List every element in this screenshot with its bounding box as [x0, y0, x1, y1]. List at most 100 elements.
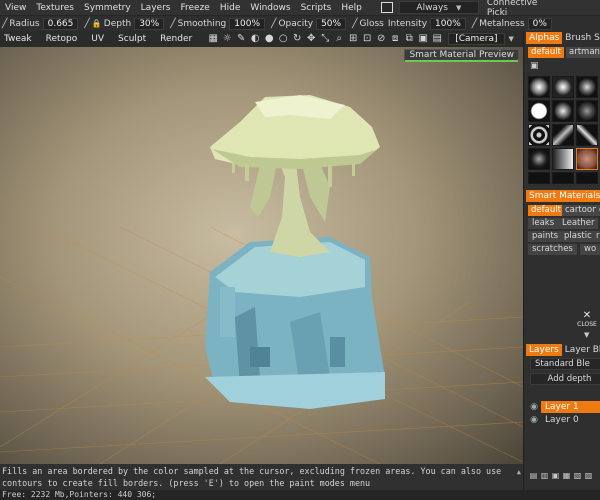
alpha-thumb[interactable] — [552, 76, 574, 98]
layer-row[interactable]: ◉ Layer 0 — [527, 414, 600, 426]
scale-icon[interactable]: ⤡ — [318, 32, 332, 46]
room-retopo[interactable]: Retopo — [42, 34, 88, 44]
camera-dropdown[interactable]: [Camera] — [448, 33, 505, 45]
drop-outline-icon[interactable]: ○ — [276, 32, 290, 46]
material-chip[interactable]: paints — [528, 231, 563, 242]
radius-param[interactable]: ╱ Radius 0.665 — [2, 17, 79, 30]
drop-icon[interactable]: ● — [262, 32, 276, 46]
blend-mode-dropdown[interactable]: Standard Ble — [530, 358, 600, 370]
trash-icon[interactable]: ▧ — [572, 471, 583, 480]
eyedropper-icon[interactable]: ✎ — [234, 32, 248, 46]
material-chip[interactable]: plastic — [560, 231, 596, 242]
chevron-down-icon[interactable]: ▼ — [584, 331, 589, 339]
smoothing-param[interactable]: ╱ Smoothing 100% — [170, 17, 266, 30]
smoothing-field[interactable]: 100% — [229, 17, 266, 30]
eye-icon[interactable]: ◉ — [527, 402, 541, 412]
alpha-thumb[interactable] — [528, 124, 550, 146]
smart-material-preview-button[interactable]: Smart Material Preview — [404, 49, 519, 62]
alpha-thumb[interactable] — [576, 172, 598, 184]
folder-icon[interactable]: ▣ — [530, 61, 539, 71]
select-icon[interactable]: ⊡ — [360, 32, 374, 46]
material-chip[interactable]: wo — [580, 244, 600, 255]
alpha-thumb[interactable] — [552, 148, 574, 170]
chevron-down-icon[interactable]: ▼ — [509, 35, 514, 43]
opacity-param[interactable]: ╱ Opacity 50% — [271, 17, 347, 30]
material-chip[interactable]: leaks — [528, 218, 559, 229]
alpha-thumb[interactable] — [528, 148, 550, 170]
folder-icon[interactable]: ▥ — [539, 471, 550, 480]
move-icon[interactable]: ✥ — [304, 32, 318, 46]
menu-scripts[interactable]: Scripts — [296, 3, 337, 13]
alpha-thumb[interactable] — [528, 100, 550, 122]
menu-bar: View Textures Symmetry Layers Freeze Hid… — [0, 0, 600, 18]
sm-subtab-c[interactable]: c — [596, 205, 600, 216]
crop-icon[interactable]: ⧈ — [388, 32, 402, 46]
image-icon[interactable]: ▤ — [430, 32, 444, 46]
alpha-thumb[interactable] — [528, 76, 550, 98]
settings-icon[interactable]: ▨ — [583, 471, 594, 480]
material-chip[interactable]: scratches — [528, 244, 577, 255]
mode-dropdown[interactable]: Always ▼ — [398, 1, 479, 14]
frame-icon[interactable]: ⊞ — [346, 32, 360, 46]
pick-dropdown[interactable]: Connective Picki — [485, 0, 565, 18]
menu-windows[interactable]: Windows — [245, 3, 295, 13]
menu-help[interactable]: Help — [336, 3, 367, 13]
alpha-thumb[interactable] — [552, 172, 574, 184]
viewport[interactable]: Smart Material Preview — [0, 47, 523, 464]
mirror-icon[interactable]: ⧉ — [402, 32, 416, 46]
sm-subtab-default[interactable]: default — [528, 205, 564, 216]
material-chip[interactable]: ru — [592, 231, 600, 242]
alpha-thumb-selected[interactable] — [576, 148, 598, 170]
material-chip[interactable]: Leather — [558, 218, 599, 229]
tab-layer-blend[interactable]: Layer Ble — [562, 344, 600, 356]
alpha-thumb[interactable] — [552, 100, 574, 122]
alpha-thumb[interactable] — [576, 76, 598, 98]
alpha-thumb[interactable] — [576, 124, 598, 146]
alpha-thumb[interactable] — [528, 172, 550, 184]
new-layer-icon[interactable]: ▤ — [528, 471, 539, 480]
room-uv[interactable]: UV — [87, 34, 114, 44]
tab-brush-stu[interactable]: Brush Stu — [562, 32, 600, 44]
merge-icon[interactable]: ▦ — [561, 471, 572, 480]
alpha-thumb[interactable] — [576, 100, 598, 122]
menu-symmetry[interactable]: Symmetry — [79, 3, 136, 13]
cube-icon[interactable]: ▣ — [416, 32, 430, 46]
opacity-field[interactable]: 50% — [316, 17, 347, 30]
eye-icon[interactable]: ◉ — [527, 415, 541, 425]
search-icon[interactable]: ⌕ — [332, 32, 346, 46]
duplicate-icon[interactable]: ▣ — [550, 471, 561, 480]
metalness-param[interactable]: ╱ Metalness 0% — [472, 17, 552, 30]
mode-checkbox[interactable] — [380, 2, 393, 13]
add-depth-button[interactable]: Add depth — [530, 373, 600, 385]
no-icon[interactable]: ⊘ — [374, 32, 388, 46]
layer-row[interactable]: ◉ Layer 1 — [527, 401, 600, 413]
scroll-up-icon[interactable]: ▲ — [517, 466, 521, 478]
alphas-subtab-default[interactable]: default — [528, 47, 564, 58]
intensity-field[interactable]: 100% — [430, 17, 466, 30]
depth-field[interactable]: 30% — [134, 17, 165, 30]
close-button[interactable]: ✕ CLOSE — [576, 311, 598, 329]
menu-layers[interactable]: Layers — [136, 3, 176, 13]
room-render[interactable]: Render — [156, 34, 202, 44]
menu-view[interactable]: View — [0, 3, 31, 13]
menu-textures[interactable]: Textures — [31, 3, 79, 13]
radius-field[interactable]: 0.665 — [42, 17, 79, 30]
depth-param[interactable]: ╱ 🔒 Depth 30% — [84, 17, 165, 30]
sun-icon[interactable]: ☼ — [220, 32, 234, 46]
metalness-field[interactable]: 0% — [527, 17, 552, 30]
room-sculpt[interactable]: Sculpt — [114, 34, 156, 44]
tab-layers[interactable]: Layers — [526, 344, 562, 356]
room-tweak[interactable]: Tweak — [0, 34, 42, 44]
tab-alphas[interactable]: Alphas — [526, 32, 563, 44]
alpha-thumb[interactable] — [552, 124, 574, 146]
rotate-icon[interactable]: ↻ — [290, 32, 304, 46]
gloss-param[interactable]: ╱ Gloss Intensity 100% — [352, 17, 466, 30]
grid-icon[interactable]: ▦ — [206, 32, 220, 46]
alphas-subtab-artman[interactable]: artman — [566, 47, 600, 58]
tab-smart-materials[interactable]: Smart Materials — [526, 190, 600, 202]
sm-subtab-cartoon[interactable]: cartoon — [562, 205, 600, 216]
menu-freeze[interactable]: Freeze — [175, 3, 214, 13]
lock-icon[interactable]: 🔒 — [92, 19, 102, 28]
menu-hide[interactable]: Hide — [215, 3, 246, 13]
half-circle-icon[interactable]: ◐ — [248, 32, 262, 46]
